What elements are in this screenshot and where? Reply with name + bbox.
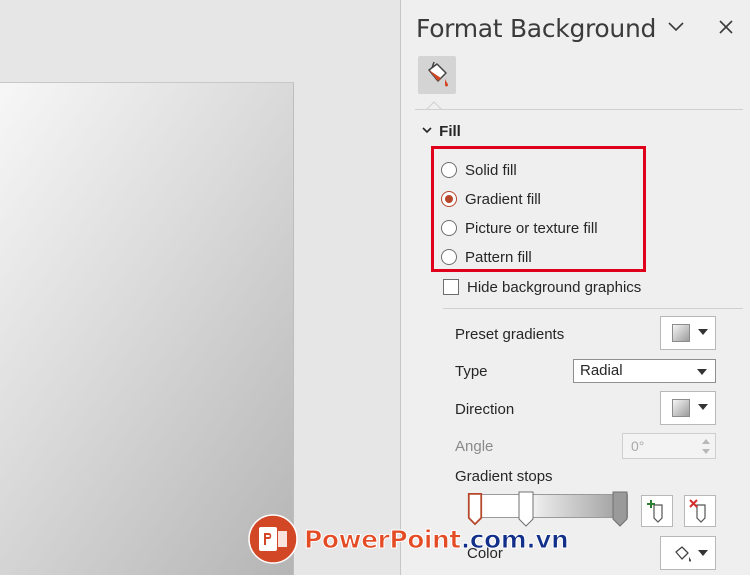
gradient-stop-handle[interactable] [612,491,628,527]
pane-options-button[interactable] [663,14,689,40]
hide-background-option[interactable]: Hide background graphics [443,276,641,298]
remove-gradient-stop-button[interactable] [684,495,716,527]
spin-down-icon[interactable] [702,449,710,454]
dropdown-arrow-icon [698,404,708,410]
divider [443,308,743,309]
add-gradient-stop-icon [647,500,663,523]
add-gradient-stop-button[interactable] [641,495,673,527]
angle-label: Angle [455,438,494,455]
direction-label: Direction [455,401,515,418]
remove-gradient-stop-icon [689,499,706,523]
fill-section-label: Fill [439,123,461,140]
angle-value: 0° [631,438,645,454]
divider [415,109,743,110]
hide-background-label: Hide background graphics [467,278,642,296]
pane-close-button[interactable] [713,14,739,40]
spin-up-icon[interactable] [702,439,710,444]
slide-preview[interactable] [0,82,294,575]
slide-canvas [0,0,400,575]
preset-gradients-label: Preset gradients [455,326,565,343]
powerpoint-logo-icon [248,514,298,564]
type-select[interactable]: Radial [573,359,716,383]
dropdown-arrow-icon [697,369,707,375]
watermark-text-part1: PowerPoint [304,524,462,554]
dropdown-arrow-icon [698,550,708,556]
preset-gradients-dropdown[interactable] [660,316,716,350]
gradient-stops-label: Gradient stops [455,468,553,485]
pane-title: Format Background [416,14,657,43]
angle-spinner[interactable]: 0° [622,433,716,459]
gradient-direction-icon [672,399,690,417]
paint-bucket-icon [428,61,448,87]
fill-section-header[interactable]: Fill [421,123,461,140]
type-label: Type [455,363,488,380]
highlight-box [431,146,646,272]
chevron-down-icon [421,123,435,140]
watermark-text-part2: .com.vn [460,524,569,554]
hide-background-checkbox[interactable] [443,279,459,295]
watermark-text: PowerPoint.com.vn [304,524,570,554]
dropdown-arrow-icon [698,329,708,335]
fill-color-icon [675,546,691,562]
color-dropdown[interactable] [660,536,716,570]
gradient-swatch-icon [672,324,690,342]
watermark: PowerPoint.com.vn [248,513,570,565]
chevron-down-icon [668,22,684,32]
direction-dropdown[interactable] [660,391,716,425]
type-value: Radial [580,362,623,379]
close-icon [719,20,733,34]
tab-fill[interactable] [418,56,456,94]
format-background-pane: Format Background Fill Solid fill Gradie… [401,0,750,575]
